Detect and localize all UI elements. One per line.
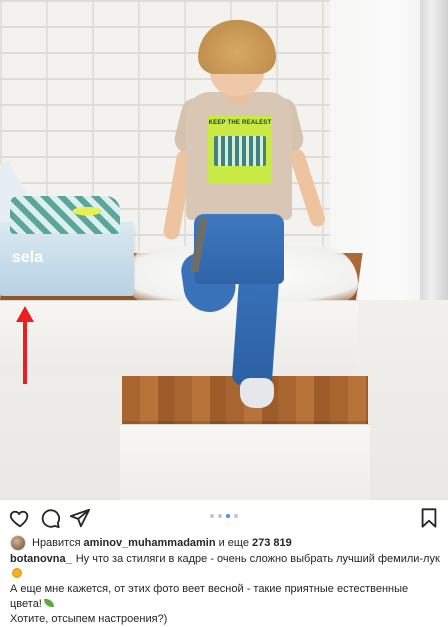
post-photo[interactable]: sela KEEP THE REALEST (0, 0, 448, 500)
caption-username[interactable]: botanovna_ (10, 553, 72, 565)
red-arrow-shaft (23, 318, 27, 384)
hair (198, 20, 276, 74)
carousel-dot (234, 514, 238, 518)
sock (240, 378, 274, 408)
caption-line-1: Ну что за стиляги в кадре - очень сложно… (75, 553, 440, 565)
right-arm (288, 147, 327, 229)
carousel-dot (218, 514, 222, 518)
liker-username[interactable]: aminov_muhammadamin (84, 537, 216, 549)
flower-emoji-icon (12, 568, 22, 578)
carousel-indicator (0, 514, 448, 518)
likes-connector: и еще (218, 537, 249, 549)
comment-bubble-icon[interactable] (39, 507, 61, 529)
heart-icon[interactable] (9, 507, 31, 529)
child-figure: KEEP THE REALEST (0, 0, 448, 500)
carousel-dot-active (226, 514, 230, 518)
likes-prefix: Нравится (32, 537, 81, 549)
paper-plane-icon[interactable] (69, 507, 91, 529)
liker-avatar[interactable] (10, 535, 26, 551)
post-caption: botanovna_ Ну что за стиляги в кадре - оч… (10, 552, 440, 627)
bookmark-icon[interactable] (418, 507, 440, 529)
caption-line-2: А еще мне кажется, от этих фото веет вес… (10, 583, 409, 610)
likes-count[interactable]: 273 819 (252, 537, 292, 549)
tshirt-print-text: KEEP THE REALEST (208, 120, 272, 126)
jeans (194, 214, 284, 284)
instagram-post: sela KEEP THE REALEST Нравится aminov_mu… (0, 0, 448, 625)
leaf-emoji-icon (43, 599, 54, 607)
likes-row: Нравится aminov_muhammadamin и еще 273 8… (10, 534, 295, 552)
tshirt-print-art (214, 136, 266, 166)
post-action-bar (0, 500, 448, 534)
carousel-dot (210, 514, 214, 518)
caption-line-3: Хотите, отсыпем настроения?) (10, 613, 168, 625)
